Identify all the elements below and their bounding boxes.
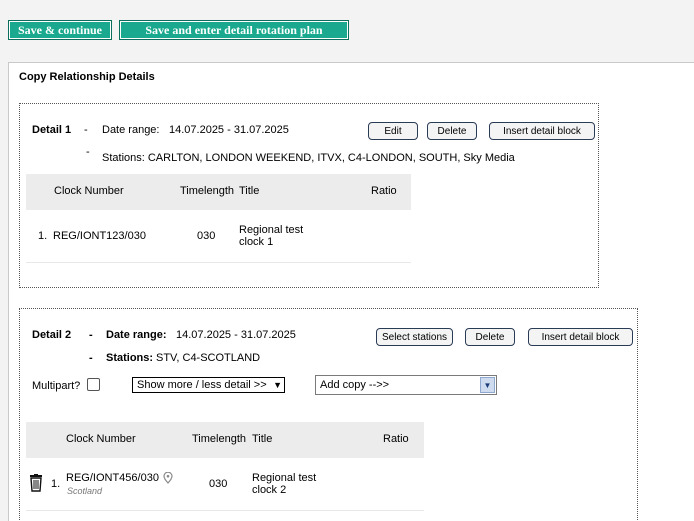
col-title: Title	[252, 433, 273, 445]
col-timelength: Timelength	[180, 185, 235, 197]
panel-title: Copy Relationship Details	[19, 71, 155, 83]
timelength: 030	[209, 478, 228, 490]
detail-1-label: Detail 1	[32, 124, 72, 136]
detail-2-table: Clock Number Timelength Title Ratio 1. R…	[26, 422, 424, 512]
location-pin-icon	[163, 471, 173, 487]
insert-detail-block-button[interactable]: Insert detail block	[528, 328, 633, 346]
table-header: Clock Number Timelength Title Ratio	[26, 174, 411, 210]
detail-2-date-value: 14.07.2025 - 31.07.2025	[176, 329, 296, 341]
timelength: 030	[197, 230, 216, 242]
save-rotation-plan-button[interactable]: Save and enter detail rotation plan	[119, 20, 349, 40]
select-stations-button[interactable]: Select stations	[376, 328, 453, 346]
detail-level-select[interactable]: Show more / less detail >> ▼	[132, 377, 285, 393]
detail-2-stations-value: STV, C4-SCOTLAND	[156, 352, 261, 364]
col-ratio: Ratio	[371, 185, 397, 197]
title-line-2: clock 1	[239, 236, 274, 248]
multipart-checkbox[interactable]	[87, 378, 100, 391]
chevron-down-icon: ▼	[273, 380, 282, 390]
delete-button[interactable]: Delete	[465, 328, 515, 346]
clock-number: REG/IONT456/030	[66, 472, 159, 484]
title-line-1: Regional test	[239, 224, 304, 236]
detail-2-stations-label: Stations:	[106, 352, 154, 364]
copy-relationship-panel: Copy Relationship Details Detail 1 - Dat…	[8, 62, 694, 521]
detail-1-dash: -	[84, 124, 88, 136]
row-divider	[26, 262, 411, 263]
detail-2-date-label: Date range:	[106, 329, 167, 341]
col-clock-number: Clock Number	[54, 185, 124, 197]
detail-level-value: Show more / less detail >>	[137, 379, 267, 391]
trash-icon[interactable]	[28, 474, 44, 495]
detail-1-stations: Stations: CARLTON, LONDON WEEKEND, ITVX,…	[102, 152, 515, 164]
chevron-down-icon[interactable]: ▼	[480, 377, 495, 393]
detail-2-dash: -	[89, 329, 93, 341]
col-ratio: Ratio	[383, 433, 409, 445]
clock-number: REG/IONT123/030	[53, 230, 146, 242]
detail-block-1: Detail 1 - Date range: 14.07.2025 - 31.0…	[19, 103, 599, 288]
save-continue-button[interactable]: Save & continue	[8, 20, 112, 40]
detail-2-label: Detail 2	[32, 329, 72, 341]
col-title: Title	[239, 185, 260, 197]
title-line-1: Regional test	[252, 472, 317, 484]
detail-block-2: Detail 2 - Date range: 14.07.2025 - 31.0…	[19, 308, 638, 521]
clock-region: Scotland	[67, 486, 103, 496]
detail-1-date-label: Date range:	[102, 124, 160, 136]
multipart-label: Multipart?	[32, 380, 81, 392]
col-timelength: Timelength	[192, 433, 247, 445]
col-clock-number: Clock Number	[66, 433, 136, 445]
detail-1-table: Clock Number Timelength Title Ratio 1. R…	[26, 174, 411, 264]
table-header: Clock Number Timelength Title Ratio	[26, 422, 424, 458]
insert-detail-block-button[interactable]: Insert detail block	[489, 122, 595, 140]
detail-1-date-value: 14.07.2025 - 31.07.2025	[169, 124, 289, 136]
edit-button[interactable]: Edit	[368, 122, 418, 140]
row-divider	[26, 510, 424, 511]
title-line-2: clock 2	[252, 484, 287, 496]
delete-button[interactable]: Delete	[427, 122, 477, 140]
row-number: 1.	[51, 478, 61, 490]
row-number: 1.	[38, 230, 48, 242]
detail-2-stations-dash: -	[89, 352, 93, 364]
add-copy-value: Add copy -->>	[320, 379, 390, 391]
add-copy-dropdown[interactable]: Add copy -->> ▼	[315, 375, 497, 395]
detail-1-stations-dash: -	[86, 146, 90, 158]
